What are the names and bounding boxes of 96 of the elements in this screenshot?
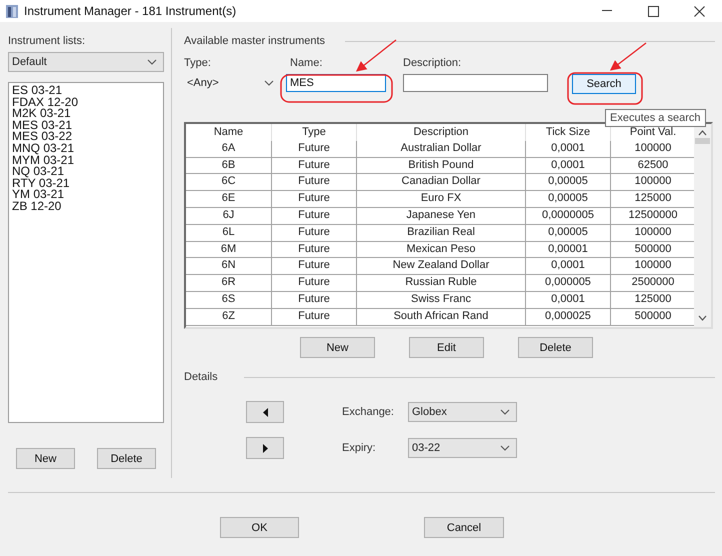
table-cell: Brazilian Real — [357, 224, 526, 241]
table-cell: Future — [272, 275, 357, 291]
instrument-action-button[interactable]: New — [300, 337, 375, 358]
list-item[interactable]: FDAX 12-20 — [12, 96, 160, 108]
search-button[interactable]: Search — [572, 74, 636, 94]
table-cell: Mexican Peso — [357, 242, 526, 258]
triangle-right-icon — [262, 444, 268, 452]
list-item[interactable]: RTY 03-21 — [12, 178, 160, 190]
chevron-down-icon — [500, 409, 510, 415]
table-cell: 6B — [186, 158, 272, 174]
list-item[interactable]: MNQ 03-21 — [12, 142, 160, 155]
table-cell: 0,00001 — [526, 242, 611, 258]
annotation-arrow — [610, 42, 646, 71]
table-cell: 6E — [186, 191, 272, 207]
ok-button[interactable]: OK — [220, 517, 299, 538]
table-cell: 0,00005 — [526, 174, 611, 190]
table-cell: 0,00005 — [526, 191, 611, 207]
scroll-down-icon[interactable] — [698, 315, 708, 321]
table-cell: 6N — [186, 258, 272, 274]
chevron-down-icon — [500, 445, 510, 451]
previous-button[interactable] — [246, 401, 284, 423]
annotation-arrow — [356, 40, 396, 72]
list-dropdown[interactable]: Default — [8, 52, 164, 72]
name-label: Name: — [289, 56, 324, 70]
instrument-action-button[interactable]: Delete — [518, 337, 593, 358]
table-cell: Future — [272, 308, 357, 325]
exchange-dropdown[interactable]: Globex — [408, 402, 517, 422]
table-cell: 0,0000005 — [526, 208, 611, 224]
table-cell: Future — [272, 258, 357, 274]
table-cell: 0,000025 — [526, 308, 611, 325]
description-label: Description: — [403, 56, 462, 70]
table-cell: Future — [272, 174, 357, 190]
list-item[interactable]: ES 03-21 — [12, 85, 160, 97]
type-label: Type: — [184, 56, 212, 70]
table-cell: Future — [272, 191, 357, 207]
table-cell: Japanese Yen — [357, 208, 526, 224]
table-cell: 0,0001 — [526, 158, 611, 174]
scroll-up-icon[interactable] — [698, 130, 708, 136]
table-cell: Australian Dollar — [357, 140, 526, 157]
table-cell: 0,0001 — [526, 292, 611, 308]
scroll-thumb[interactable] — [695, 138, 710, 144]
cancel-button[interactable]: Cancel — [424, 517, 504, 538]
table-cell: Swiss Franc — [357, 292, 526, 308]
list-item[interactable]: MES 03-22 — [12, 131, 160, 143]
next-button[interactable] — [246, 437, 284, 459]
table-cell: Future — [272, 242, 357, 258]
section-title: Available master instruments — [184, 34, 326, 48]
list-item[interactable]: YM 03-21 — [12, 189, 160, 201]
chevron-down-icon — [147, 59, 157, 65]
table-cell: 6J — [186, 208, 272, 224]
list-item[interactable]: NQ 03-21 — [12, 166, 160, 178]
column-header[interactable]: Name — [186, 124, 272, 141]
table-cell: 0,0001 — [526, 140, 611, 157]
list-item[interactable]: ZB 12-20 — [12, 200, 160, 213]
table-cell: 6R — [186, 275, 272, 291]
table-cell: Future — [272, 292, 357, 308]
table-cell: 0,00005 — [526, 224, 611, 241]
list-action-button[interactable]: New — [16, 448, 75, 469]
exchange-label: Exchange: — [342, 405, 395, 419]
list-action-button[interactable]: Delete — [97, 448, 156, 469]
tooltip: Executes a search — [605, 109, 706, 127]
table-cell: 6A — [186, 140, 272, 157]
table-cell: 6L — [186, 224, 272, 241]
chevron-down-icon — [264, 80, 274, 86]
name-field[interactable]: MES — [286, 74, 386, 92]
instrument-lists-label: Instrument lists: — [8, 34, 86, 48]
column-header[interactable]: Type — [272, 124, 357, 141]
table-cell: New Zealand Dollar — [357, 258, 526, 274]
table-cell: 0,0001 — [526, 258, 611, 274]
table-cell: Canadian Dollar — [357, 174, 526, 190]
table-cell: South African Rand — [357, 308, 526, 325]
list-item[interactable]: M2K 03-21 — [12, 108, 160, 120]
expiry-dropdown[interactable]: 03-22 — [408, 438, 517, 458]
table-cell: Euro FX — [357, 191, 526, 207]
table-cell: Future — [272, 224, 357, 241]
expiry-label: Expiry: — [342, 441, 377, 455]
table-cell: 6S — [186, 292, 272, 308]
table-cell: 6Z — [186, 308, 272, 325]
table-cell: Future — [272, 140, 357, 157]
description-field[interactable] — [403, 74, 548, 92]
list-item[interactable]: MES 03-21 — [12, 120, 160, 132]
window-title: Instrument Manager - 181 Instrument(s) — [24, 4, 236, 18]
table-cell: 6C — [186, 174, 272, 190]
column-header[interactable]: Description — [357, 124, 526, 141]
app-icon — [6, 4, 18, 18]
triangle-left-icon — [262, 408, 268, 416]
table-cell: 6M — [186, 242, 272, 258]
section-title: Details — [184, 370, 219, 384]
list-item[interactable]: MYM 03-21 — [12, 154, 160, 166]
table-cell: 0,000005 — [526, 275, 611, 291]
scrollbar[interactable] — [694, 124, 711, 327]
table-cell: Russian Ruble — [357, 275, 526, 291]
table-cell: Future — [272, 208, 357, 224]
instrument-action-button[interactable]: Edit — [409, 337, 484, 358]
table-cell: British Pound — [357, 158, 526, 174]
table-cell: Future — [272, 158, 357, 174]
